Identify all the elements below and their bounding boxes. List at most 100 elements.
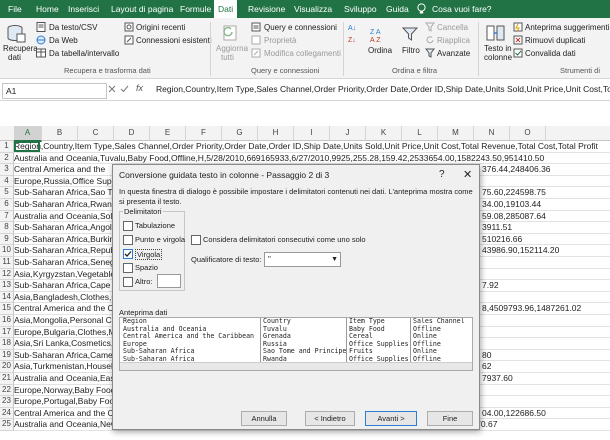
- comma-checkbox[interactable]: [123, 249, 133, 259]
- row-header[interactable]: 7: [0, 210, 14, 223]
- finish-button[interactable]: Fine: [427, 411, 473, 426]
- other-checkbox[interactable]: [123, 277, 133, 287]
- row-header[interactable]: 9: [0, 233, 14, 246]
- column-header[interactable]: B: [42, 126, 78, 140]
- column-header[interactable]: G: [222, 126, 258, 140]
- data-preview[interactable]: Region Australia and Oceania Central Ame…: [119, 317, 473, 371]
- column-header[interactable]: N: [474, 126, 510, 140]
- row-header[interactable]: 1: [0, 141, 14, 153]
- reapply-button[interactable]: Riapplica: [437, 36, 470, 45]
- row-header[interactable]: 6: [0, 199, 14, 211]
- space-checkbox[interactable]: [123, 263, 133, 273]
- from-table-button[interactable]: Da tabella/intervallo: [49, 49, 119, 58]
- column-header[interactable]: D: [114, 126, 150, 140]
- group-sort-filter-label: Ordina e filtra: [392, 66, 438, 75]
- row-header[interactable]: 11: [0, 257, 14, 269]
- row-header[interactable]: 13: [0, 280, 14, 292]
- name-box[interactable]: A1: [2, 83, 107, 99]
- formula-input[interactable]: Region,Country,Item Type,Sales Channel,O…: [156, 84, 610, 94]
- consecutive-checkbox[interactable]: [191, 235, 201, 245]
- row-header[interactable]: 20: [0, 361, 14, 373]
- row-header[interactable]: 10: [0, 245, 14, 257]
- tab-review[interactable]: Revisione: [244, 0, 289, 18]
- other-delimiter-input[interactable]: [157, 274, 181, 288]
- row-header[interactable]: 4: [0, 175, 14, 188]
- tab-home[interactable]: Home: [32, 0, 63, 18]
- column-header[interactable]: I: [294, 126, 330, 140]
- enter-icon[interactable]: [120, 85, 129, 95]
- row-header[interactable]: 8: [0, 222, 14, 234]
- column-header[interactable]: M: [438, 126, 474, 140]
- existing-connections-button[interactable]: Connessioni esistenti: [136, 36, 212, 45]
- sort-button[interactable]: Ordina: [368, 46, 392, 55]
- tell-me-search[interactable]: Cosa vuoi fare?: [428, 0, 496, 18]
- preview-scrollbar[interactable]: [120, 362, 472, 370]
- row-header[interactable]: 16: [0, 315, 14, 327]
- column-header[interactable]: F: [186, 126, 222, 140]
- cancel-icon[interactable]: [108, 85, 116, 95]
- tab-data[interactable]: Dati: [214, 0, 238, 18]
- row-header[interactable]: 12: [0, 268, 14, 281]
- from-web-button[interactable]: Da Web: [49, 36, 78, 45]
- tab-checkbox[interactable]: [123, 221, 133, 231]
- from-text-csv-button[interactable]: Da testo/CSV: [49, 23, 97, 32]
- row-header[interactable]: 25: [0, 419, 14, 431]
- row-header[interactable]: 23: [0, 396, 14, 408]
- data-validation-button[interactable]: Convalida dati: [525, 49, 576, 58]
- tab-page-layout[interactable]: Layout di pagina: [107, 0, 177, 18]
- close-button[interactable]: ✕: [463, 168, 472, 181]
- chevron-down-icon: ▼: [331, 256, 338, 263]
- cancel-button[interactable]: Annulla: [241, 411, 287, 426]
- tab-file[interactable]: File: [4, 0, 26, 18]
- excel-window: File Home Inserisci Layout di pagina For…: [0, 0, 610, 440]
- clear-button[interactable]: Cancella: [437, 23, 468, 32]
- column-header[interactable]: O: [510, 126, 546, 140]
- row-header[interactable]: 3: [0, 164, 14, 176]
- recent-sources-button[interactable]: Origini recenti: [136, 23, 185, 32]
- get-data-label[interactable]: Recupera: [3, 44, 38, 53]
- queries-connections-button[interactable]: Query e connessioni: [264, 23, 337, 32]
- back-button[interactable]: < Indietro: [305, 411, 355, 426]
- properties-icon: [251, 35, 261, 47]
- database-icon[interactable]: [6, 24, 26, 46]
- column-header[interactable]: L: [402, 126, 438, 140]
- flash-fill-button[interactable]: Anteprima suggerimenti: [525, 23, 609, 32]
- refresh-all-button[interactable]: Aggiorna: [216, 44, 248, 53]
- semicolon-checkbox[interactable]: [123, 235, 133, 245]
- column-header[interactable]: E: [150, 126, 186, 140]
- row-header[interactable]: 22: [0, 384, 14, 397]
- advanced-button[interactable]: Avanzate: [437, 49, 470, 58]
- column-header[interactable]: H: [258, 126, 294, 140]
- column-header[interactable]: A: [14, 126, 42, 142]
- tab-help[interactable]: Guida: [382, 0, 413, 18]
- row-header[interactable]: 18: [0, 338, 14, 350]
- consecutive-label: Considera delimitatori consecutivi come …: [203, 235, 366, 244]
- sort-az-icon[interactable]: A↓ Z↓: [348, 22, 362, 50]
- svg-text:Z A: Z A: [370, 29, 381, 36]
- properties-button[interactable]: Proprietà: [264, 36, 296, 45]
- row-header[interactable]: 21: [0, 373, 14, 385]
- row-header[interactable]: 19: [0, 349, 14, 362]
- next-button[interactable]: Avanti >: [365, 411, 417, 426]
- row-header[interactable]: 5: [0, 187, 14, 199]
- function-icon[interactable]: fx: [136, 83, 143, 93]
- row-header[interactable]: 24: [0, 407, 14, 420]
- tab-view[interactable]: Visualizza: [290, 0, 336, 18]
- row-header[interactable]: 15: [0, 303, 14, 315]
- text-to-columns-button[interactable]: Testo in: [484, 44, 512, 53]
- filter-button[interactable]: Filtro: [402, 46, 420, 55]
- web-icon: [36, 35, 46, 47]
- row-header[interactable]: 14: [0, 291, 14, 304]
- edit-links-button[interactable]: Modifica collegamenti: [264, 49, 341, 58]
- help-button[interactable]: ?: [439, 169, 445, 180]
- remove-duplicates-button[interactable]: Rimuovi duplicati: [525, 36, 585, 45]
- tab-insert[interactable]: Inserisci: [64, 0, 103, 18]
- tab-developer[interactable]: Sviluppo: [340, 0, 381, 18]
- row-header[interactable]: 2: [0, 152, 14, 165]
- qualifier-select[interactable]: " ▼: [264, 252, 341, 267]
- tab-formulas[interactable]: Formule: [176, 0, 215, 18]
- column-header[interactable]: J: [330, 126, 366, 140]
- column-header[interactable]: C: [78, 126, 114, 140]
- column-header[interactable]: K: [366, 126, 402, 140]
- row-header[interactable]: 17: [0, 326, 14, 339]
